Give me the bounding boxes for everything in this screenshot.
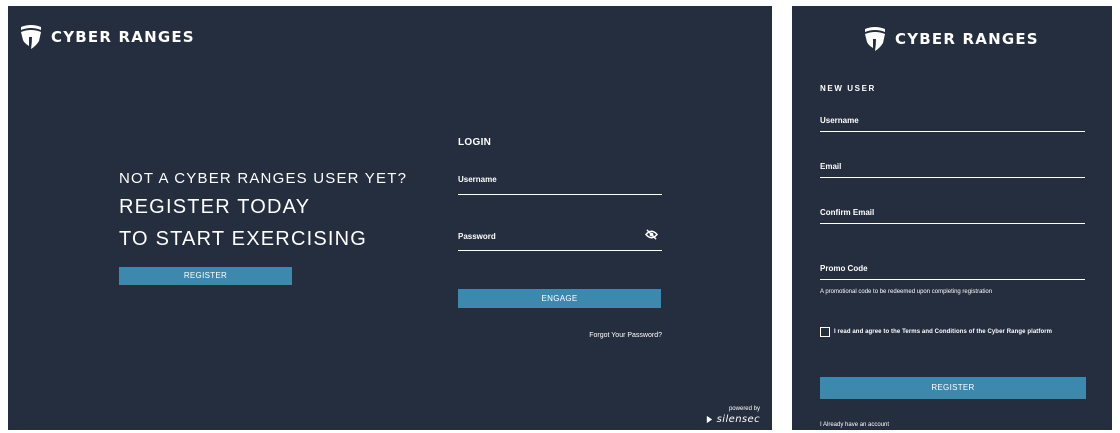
have-account-link[interactable]: I Already have an account [820,422,889,428]
register-username-input[interactable]: Username [820,112,1085,132]
terms-label[interactable]: I read and agree to the Terms and Condit… [834,329,1052,335]
powered-by-badge: powered by silensec [705,406,760,425]
terms-agreement: I read and agree to the Terms and Condit… [820,327,1052,337]
powered-by-label: powered by [728,406,760,412]
silensec-mark-icon [706,415,712,424]
register-email-input[interactable]: Email [820,158,1085,178]
username-label: Username [458,175,497,184]
login-password-input[interactable]: Password [458,224,662,251]
login-heading: LOGIN [458,137,492,148]
brand-name: CYBER RANGES [895,30,1039,48]
register-email-label: Email [820,162,842,171]
login-screen: CYBER RANGES NOT A CYBER RANGES USER YET… [8,6,772,430]
promo-headline-2: TO START EXERCISING [119,228,368,250]
register-confirm-email-label: Confirm Email [820,208,875,217]
brand-name: CYBER RANGES [51,28,195,46]
register-promo-code-input[interactable]: Promo Code [820,260,1085,280]
eye-slash-icon[interactable] [645,229,658,240]
password-label: Password [458,232,496,241]
register-confirm-email-input[interactable]: Confirm Email [820,204,1085,224]
promo-headline-1: REGISTER TODAY [119,196,311,218]
shield-logo-icon [865,27,885,51]
terms-checkbox[interactable] [820,327,830,337]
shield-logo-icon [21,25,41,49]
promo-question: NOT A CYBER RANGES USER YET? [119,170,408,187]
silensec-brand-text: silensec [716,414,760,425]
silensec-logo: silensec [705,414,760,425]
new-user-heading: NEW USER [820,84,876,93]
go-to-register-button[interactable]: REGISTER [119,267,292,285]
forgot-password-link[interactable]: Forgot Your Password? [589,332,662,339]
cyber-ranges-logo: CYBER RANGES [20,24,195,50]
engage-button[interactable]: ENGAGE [458,289,661,308]
cyber-ranges-logo: CYBER RANGES [864,26,1039,52]
register-submit-button[interactable]: REGISTER [820,377,1086,399]
register-username-label: Username [820,116,859,125]
promo-code-hint: A promotional code to be redeemed upon c… [820,289,993,295]
login-username-input[interactable]: Username [458,170,662,195]
register-screen: CYBER RANGES NEW USER Username Email Con… [792,6,1112,430]
register-promo-code-label: Promo Code [820,264,868,273]
